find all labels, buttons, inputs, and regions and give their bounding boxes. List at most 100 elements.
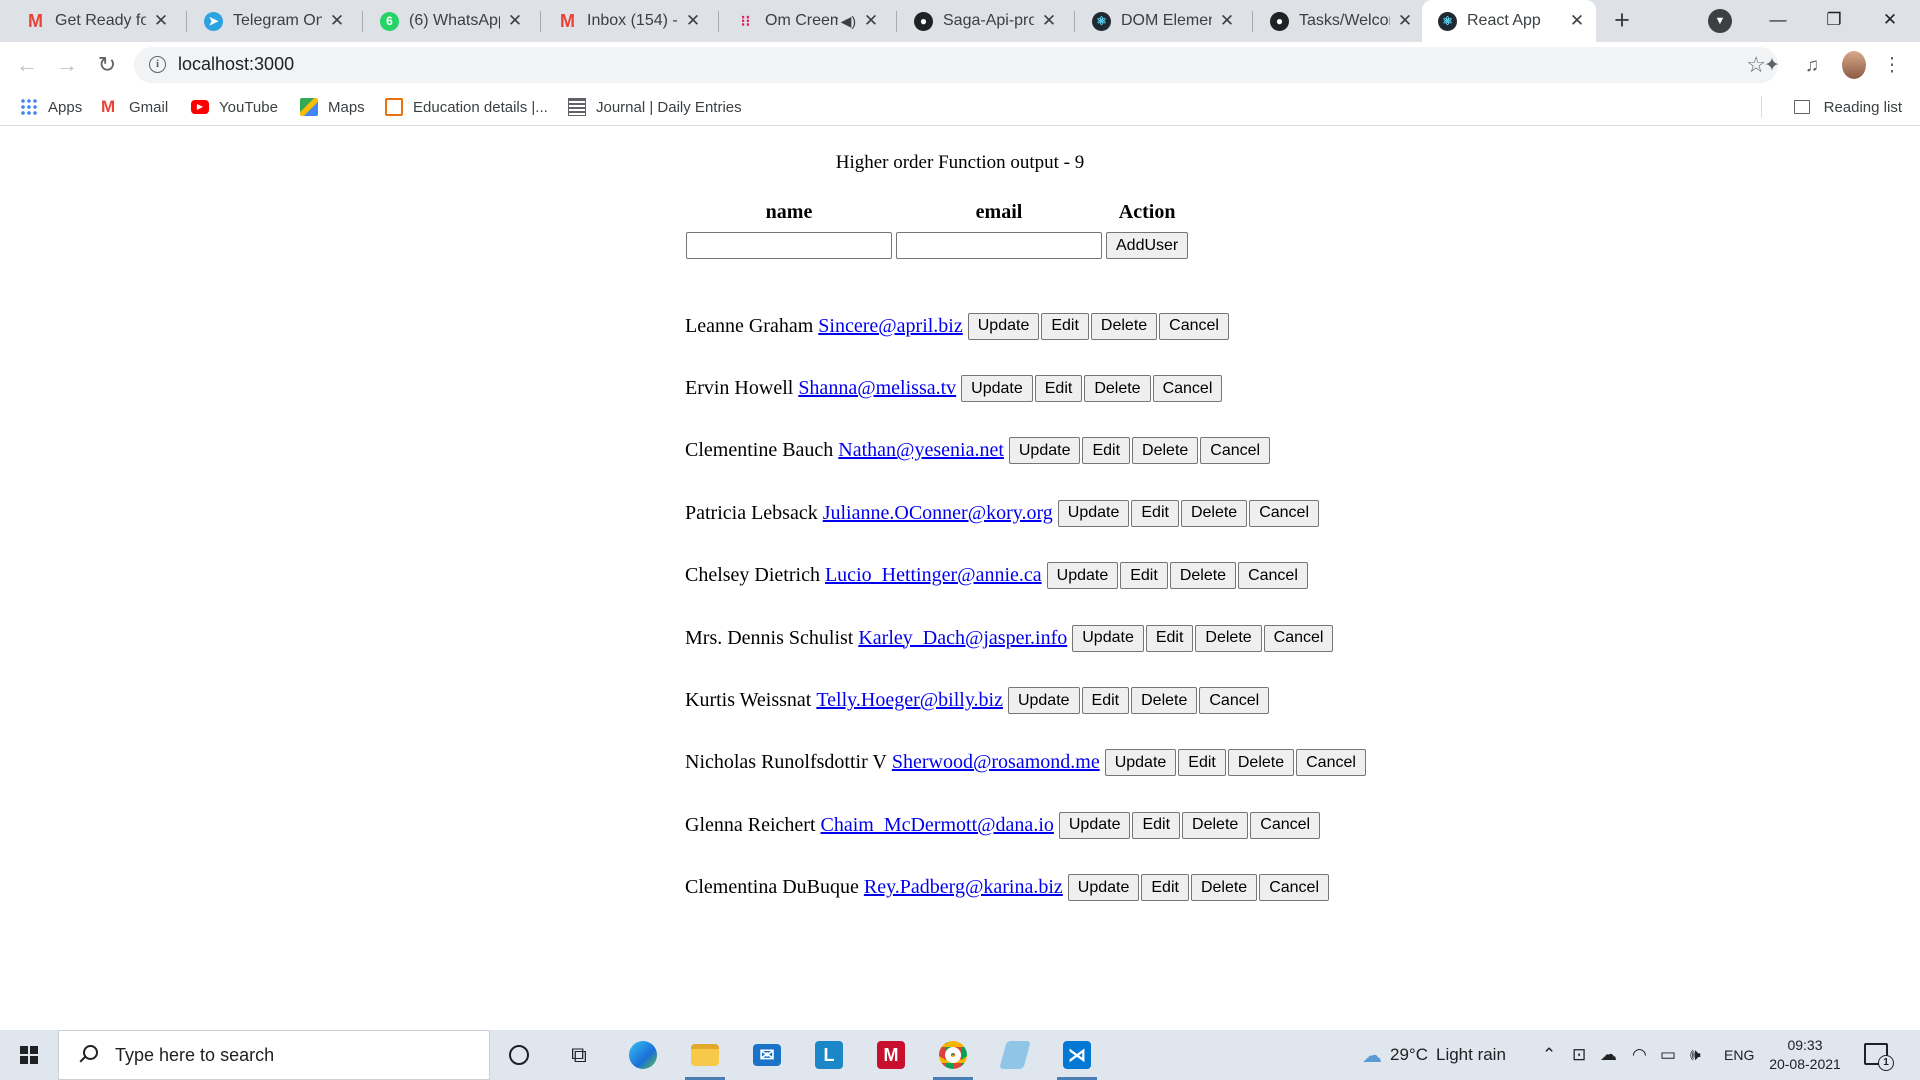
bookmark-youtube[interactable]: ▶ YouTube (191, 96, 278, 118)
profile-avatar[interactable] (1842, 51, 1866, 79)
edit-button[interactable]: Edit (1041, 312, 1089, 340)
show-hidden-icons-icon[interactable]: ⌃ (1542, 1030, 1556, 1080)
taskbar-search[interactable]: Type here to search (58, 1030, 490, 1080)
cancel-button[interactable]: Cancel (1296, 749, 1366, 777)
notification-icon[interactable]: 1 (1864, 1043, 1894, 1071)
vscode-icon[interactable]: ⋊ (1048, 1030, 1106, 1080)
user-email-link[interactable]: Karley_Dach@jasper.info (858, 627, 1067, 650)
edit-button[interactable]: Edit (1141, 874, 1189, 902)
notepad-icon[interactable] (986, 1030, 1044, 1080)
minimize-icon[interactable]: — (1750, 0, 1806, 42)
edit-button[interactable]: Edit (1132, 811, 1181, 839)
edge-icon[interactable] (614, 1030, 672, 1080)
edit-button[interactable]: Edit (1034, 375, 1083, 403)
cancel-button[interactable]: Cancel (1249, 499, 1320, 527)
cancel-button[interactable]: Cancel (1259, 874, 1330, 902)
edit-button[interactable]: Edit (1178, 749, 1226, 777)
update-button[interactable]: Update (1007, 687, 1080, 715)
chrome-icon[interactable] (924, 1030, 982, 1080)
close-window-icon[interactable]: ✕ (1862, 0, 1918, 42)
delete-button[interactable]: Delete (1090, 312, 1158, 340)
back-icon[interactable]: ← (12, 50, 42, 80)
bookmark-gmail[interactable]: M Gmail (101, 96, 168, 118)
bookmark-apps[interactable]: Apps (20, 96, 82, 118)
volume-icon[interactable]: 🕪 (1690, 1030, 1701, 1080)
meet-now-icon[interactable]: ⊡ (1572, 1030, 1586, 1080)
onedrive-icon[interactable]: ☁ (1600, 1030, 1617, 1080)
user-email-link[interactable]: Rey.Padberg@karina.biz (864, 876, 1063, 899)
info-icon[interactable]: i (149, 56, 166, 73)
task-view-icon[interactable]: ⧉ (550, 1030, 608, 1080)
weather-widget[interactable]: ☁ 29°C Light rain (1362, 1030, 1506, 1080)
browser-tab[interactable]: ➤ Telegram Onli ✕ (188, 0, 356, 42)
update-button[interactable]: Update (1008, 437, 1081, 465)
reload-icon[interactable]: ↻ (92, 50, 122, 80)
user-email-link[interactable]: Telly.Hoeger@billy.biz (816, 689, 1003, 712)
extensions-icon[interactable]: ✦ (1760, 54, 1784, 78)
edit-button[interactable]: Edit (1081, 687, 1130, 715)
cancel-button[interactable]: Cancel (1152, 375, 1223, 403)
mcafee-icon[interactable]: M (862, 1030, 920, 1080)
file-explorer-icon[interactable] (676, 1030, 734, 1080)
close-tab-icon[interactable]: ✕ (862, 11, 880, 31)
update-button[interactable]: Update (1104, 749, 1177, 777)
update-button[interactable]: Update (1058, 811, 1131, 839)
edit-button[interactable]: Edit (1120, 562, 1168, 590)
cancel-button[interactable]: Cancel (1263, 624, 1334, 652)
cancel-button[interactable]: Cancel (1199, 687, 1270, 715)
update-button[interactable]: Update (1046, 562, 1119, 590)
close-tab-icon[interactable]: ✕ (1218, 11, 1236, 31)
close-tab-icon[interactable]: ✕ (152, 11, 170, 31)
name-input[interactable] (686, 232, 892, 259)
reading-list-button[interactable]: Reading list (1793, 96, 1902, 118)
close-tab-icon[interactable]: ✕ (1040, 11, 1058, 31)
email-input[interactable] (896, 232, 1102, 259)
bookmark-maps[interactable]: Maps (300, 96, 365, 118)
browser-tab[interactable]: ⚛ DOM Elements ✕ (1076, 0, 1246, 42)
cancel-button[interactable]: Cancel (1238, 562, 1308, 590)
cortana-icon[interactable] (490, 1030, 548, 1080)
wifi-icon[interactable]: ◠ (1632, 1030, 1647, 1080)
browser-tab-active[interactable]: ⚛ React App ✕ (1422, 0, 1596, 42)
start-button[interactable] (0, 1030, 58, 1080)
update-button[interactable]: Update (1067, 874, 1140, 902)
menu-kebab-icon[interactable]: ⋮ (1880, 54, 1904, 78)
close-tab-icon[interactable]: ✕ (1568, 11, 1586, 31)
browser-tab[interactable]: M Get Ready for ✕ (10, 0, 180, 42)
delete-button[interactable]: Delete (1190, 874, 1258, 902)
user-email-link[interactable]: Nathan@yesenia.net (838, 439, 1004, 462)
forward-icon[interactable]: → (52, 50, 82, 80)
cancel-button[interactable]: Cancel (1250, 811, 1321, 839)
browser-tab[interactable]: M Inbox (154) - h ✕ (542, 0, 712, 42)
browser-tab[interactable]: ● Saga-Api-proc ✕ (898, 0, 1068, 42)
delete-button[interactable]: Delete (1227, 749, 1295, 777)
user-email-link[interactable]: Shanna@melissa.tv (798, 377, 956, 400)
speaker-mute-icon[interactable]: ◀) (841, 13, 856, 30)
delete-button[interactable]: Delete (1084, 375, 1151, 403)
restore-icon[interactable]: ❐ (1806, 0, 1862, 42)
user-email-link[interactable]: Lucio_Hettinger@annie.ca (825, 564, 1042, 587)
delete-button[interactable]: Delete (1195, 624, 1262, 652)
media-control-icon[interactable]: ♫ (1800, 54, 1824, 78)
update-button[interactable]: Update (1057, 499, 1130, 527)
close-tab-icon[interactable]: ✕ (328, 11, 346, 31)
clock[interactable]: 09:33 20-08-2021 (1760, 1036, 1850, 1074)
browser-tab[interactable]: 6 (6) WhatsApp ✕ (364, 0, 534, 42)
battery-icon[interactable]: ▭ (1660, 1030, 1676, 1080)
update-button[interactable]: Update (967, 312, 1040, 340)
update-button[interactable]: Update (1072, 624, 1144, 652)
close-tab-icon[interactable]: ✕ (1396, 11, 1414, 31)
delete-button[interactable]: Delete (1169, 562, 1237, 590)
bookmark-education[interactable]: Education details |... (385, 96, 548, 118)
delete-button[interactable]: Delete (1131, 687, 1198, 715)
edit-button[interactable]: Edit (1131, 499, 1179, 527)
user-email-link[interactable]: Julianne.OConner@kory.org (823, 502, 1053, 525)
delete-button[interactable]: Delete (1180, 499, 1248, 527)
tab-search-icon[interactable]: ▼ (1708, 9, 1732, 33)
address-url[interactable]: localhost:3000 (178, 54, 294, 75)
mail-icon[interactable]: ✉ (738, 1030, 796, 1080)
lenovo-vantage-icon[interactable]: L (800, 1030, 858, 1080)
edit-button[interactable]: Edit (1145, 624, 1194, 652)
browser-tab[interactable]: ● Tasks/Welcom ✕ (1254, 0, 1424, 42)
close-tab-icon[interactable]: ✕ (506, 11, 524, 31)
